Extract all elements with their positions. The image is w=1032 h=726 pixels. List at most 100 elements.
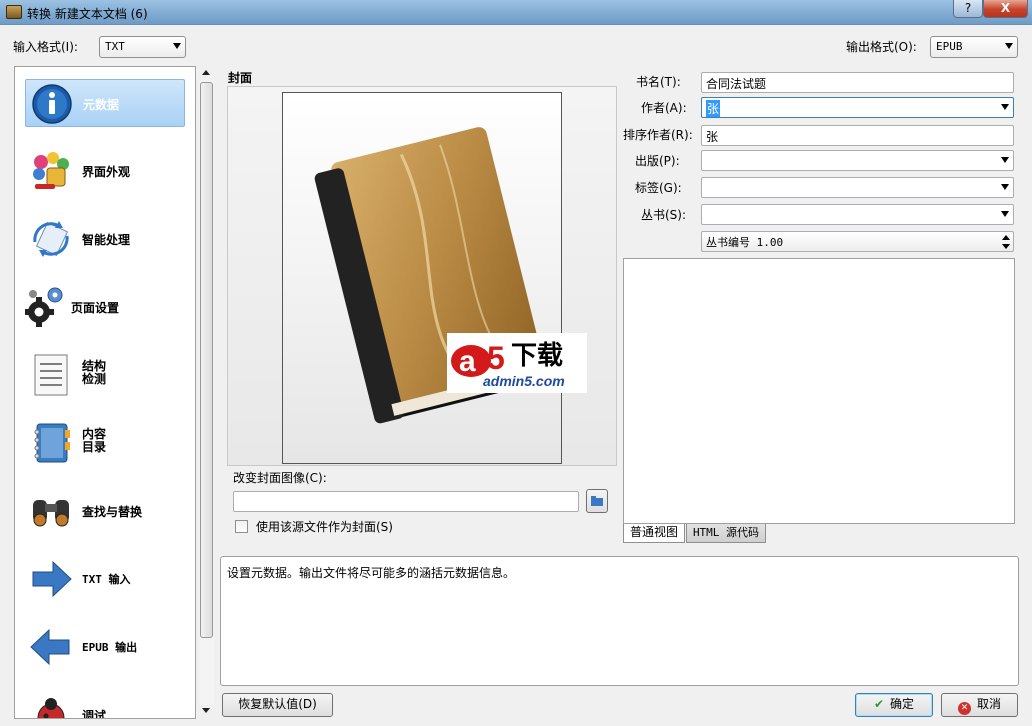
input-format-select[interactable]: TXT [99, 36, 186, 58]
sidebar-scrollbar[interactable] [199, 66, 214, 719]
cancel-icon: ✕ [957, 702, 971, 715]
sidebar-item-label: 智能处理 [82, 233, 131, 247]
sidebar-item-label: 结构 检测 [82, 360, 106, 386]
chevron-down-icon [1005, 43, 1013, 49]
chevron-down-icon [1001, 211, 1009, 217]
sidebar: 元数据 界面外观 智能处理 页面设置 结构 检测 内容 目录 查找与替换 TXT… [14, 66, 196, 719]
refresh-icon [33, 221, 69, 257]
cover-heading: 封面 [228, 71, 253, 85]
sidebar-item-heuristics[interactable]: 智能处理 [25, 215, 185, 263]
output-format-label: 输出格式(O): [846, 40, 917, 54]
folder-icon [591, 496, 603, 506]
cancel-label: 取消 [976, 697, 1001, 711]
svg-text:a: a [459, 345, 476, 378]
arrow-left-icon [30, 628, 70, 666]
label-line2: 目录 [82, 440, 107, 454]
bug-icon [37, 698, 65, 718]
sidebar-item-label: TXT 输入 [82, 573, 131, 586]
change-cover-label: 改变封面图像(C): [233, 471, 327, 485]
sidebar-item-look-feel[interactable]: 界面外观 [25, 147, 185, 195]
chevron-down-icon [173, 43, 181, 49]
sidebar-item-label: 内容 目录 [82, 428, 106, 454]
gear-icon [25, 287, 63, 327]
series-combo[interactable] [701, 204, 1014, 225]
sidebar-item-label: 元数据 [83, 98, 120, 112]
tags-label: 标签(G): [635, 181, 682, 195]
info-icon [32, 84, 72, 124]
scroll-up-icon[interactable] [202, 70, 210, 75]
author-sort-label: 排序作者(R): [623, 128, 693, 142]
tab-html-source[interactable]: HTML 源代码 [686, 524, 766, 543]
sidebar-item-label: 界面外观 [82, 165, 131, 179]
paint-icon [33, 152, 69, 189]
browse-cover-button[interactable] [586, 489, 608, 513]
output-format-select[interactable]: EPUB [930, 36, 1018, 58]
use-source-cover-checkbox[interactable] [235, 520, 248, 533]
series-index-spinbox[interactable]: 丛书编号 1.00 [701, 231, 1014, 252]
chevron-down-icon [1001, 104, 1009, 110]
cover-image [282, 92, 562, 464]
label-line1: 结构 [82, 359, 107, 373]
watermark-brand: 下载 [511, 341, 564, 371]
title-value: 合同法试题 [706, 77, 767, 91]
binoculars-icon [33, 500, 69, 527]
cover-path-input[interactable] [233, 491, 579, 512]
input-format-value: TXT [105, 40, 125, 53]
restore-defaults-button[interactable]: 恢复默认值(D) [222, 693, 333, 717]
author-value: 张 [706, 100, 721, 117]
use-source-cover-label: 使用该源文件作为封面(S) [256, 520, 393, 534]
ok-label: 确定 [890, 697, 915, 711]
help-button[interactable]: ? [953, 0, 983, 18]
series-index-value: 丛书编号 1.00 [706, 236, 784, 249]
ok-button[interactable]: ✔ 确定 [855, 693, 933, 717]
description-panel: 设置元数据。输出文件将尽可能多的涵括元数据信息。 [220, 556, 1019, 686]
sidebar-item-label: EPUB 输出 [82, 641, 138, 654]
title-bar: 转换 新建文本文档 (6) ? X [0, 0, 1032, 25]
scroll-down-icon[interactable] [202, 708, 210, 713]
calibre-app-icon [6, 5, 22, 19]
sidebar-item-epub-output[interactable]: EPUB 输出 [25, 623, 185, 671]
input-format-label: 输入格式(I): [13, 40, 78, 54]
arrow-right-icon [32, 560, 72, 598]
svg-text:5: 5 [487, 340, 505, 376]
sidebar-item-structure-detection[interactable]: 结构 检测 [25, 351, 185, 399]
tab-normal-view[interactable]: 普通视图 [623, 524, 685, 543]
series-label: 丛书(S): [641, 208, 687, 222]
close-button[interactable]: X [983, 0, 1028, 18]
notebook-icon [34, 423, 70, 463]
title-label: 书名(T): [636, 75, 681, 89]
author-label: 作者(A): [641, 101, 687, 115]
chevron-down-icon [1001, 157, 1009, 163]
book-icon [314, 127, 550, 424]
document-icon [34, 354, 68, 396]
sidebar-item-metadata[interactable]: 元数据 [25, 79, 185, 127]
check-icon: ✔ [873, 697, 885, 711]
comments-editor[interactable] [623, 258, 1015, 524]
watermark-logo: a 5 下载 admin5.com [447, 333, 587, 393]
author-combo[interactable]: 张 [701, 97, 1014, 118]
cover-preview: a 5 下载 admin5.com [227, 86, 617, 466]
sidebar-item-search-replace[interactable]: 查找与替换 [25, 487, 185, 535]
tags-combo[interactable] [701, 177, 1014, 198]
author-sort-value: 张 [706, 130, 719, 144]
sidebar-item-toc[interactable]: 内容 目录 [25, 419, 185, 467]
description-text: 设置元数据。输出文件将尽可能多的涵括元数据信息。 [227, 566, 516, 580]
cancel-button[interactable]: ✕ 取消 [941, 693, 1018, 717]
title-input[interactable]: 合同法试题 [701, 72, 1014, 93]
chevron-down-icon [1001, 184, 1009, 190]
sidebar-item-label: 查找与替换 [82, 505, 143, 519]
watermark-url: admin5.com [483, 373, 565, 389]
scroll-thumb[interactable] [200, 82, 213, 638]
label-line1: 内容 [82, 427, 107, 441]
sidebar-item-label: 页面设置 [71, 301, 120, 315]
sidebar-item-label: 调试 [82, 709, 107, 719]
spin-arrows-icon[interactable] [1002, 235, 1010, 249]
output-format-value: EPUB [936, 40, 963, 53]
author-sort-input[interactable]: 张 [701, 125, 1014, 146]
sidebar-item-txt-input[interactable]: TXT 输入 [25, 555, 185, 603]
sidebar-item-page-setup[interactable]: 页面设置 [25, 283, 185, 331]
publisher-combo[interactable] [701, 150, 1014, 171]
sidebar-item-debug[interactable]: 调试 [25, 691, 185, 719]
publisher-label: 出版(P): [635, 154, 680, 168]
label-line2: 检测 [82, 372, 107, 386]
